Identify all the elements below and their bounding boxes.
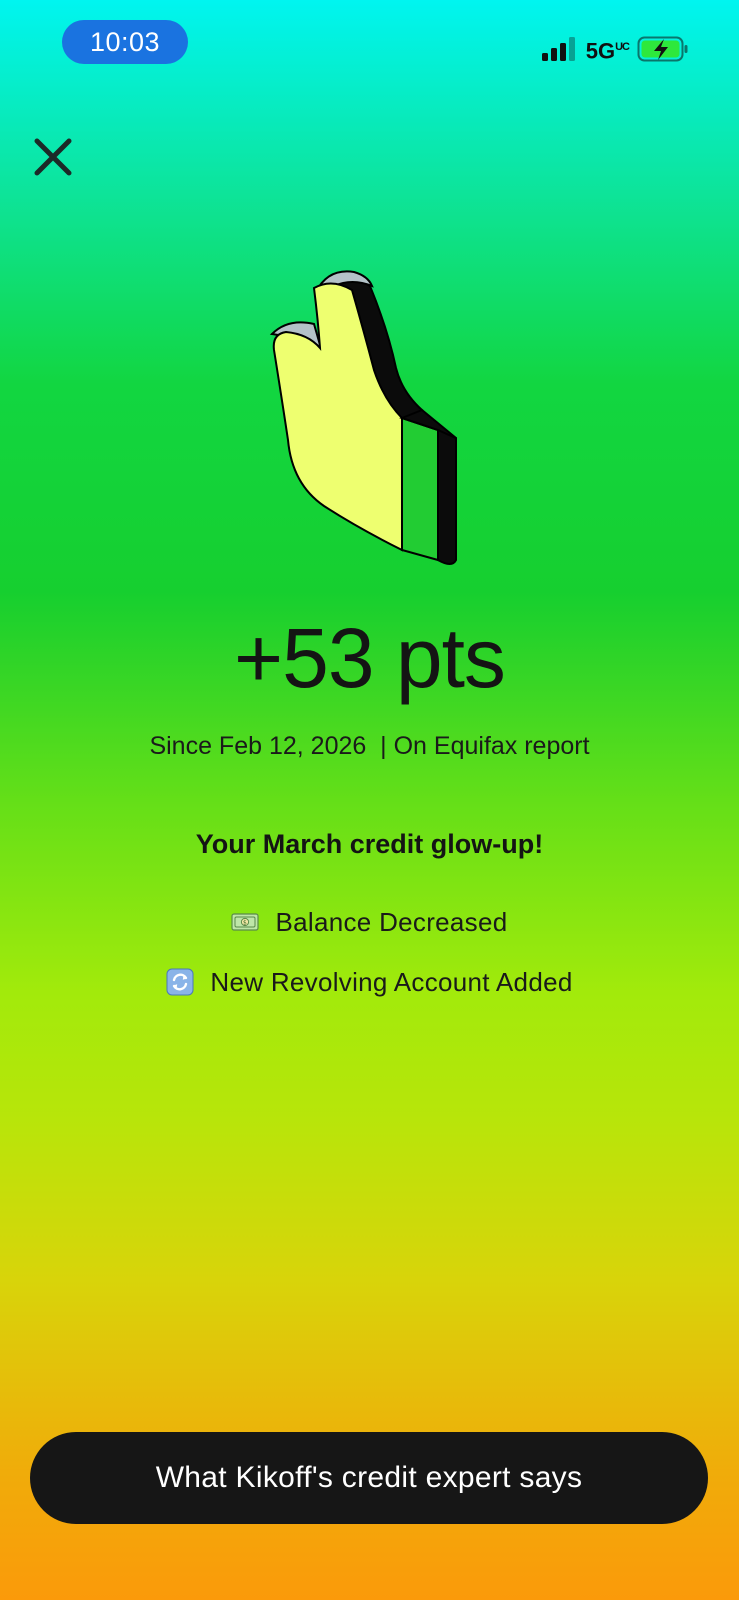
network-type: 5G: [585, 38, 616, 64]
close-icon: [34, 138, 72, 176]
battery-charging-icon: [637, 36, 688, 62]
status-bar: 10:03 5GUC: [0, 0, 739, 90]
credit-expert-button[interactable]: What Kikoff's credit expert says: [30, 1432, 708, 1524]
points-change: +53 pts: [234, 611, 506, 705]
thumbs-up-icon: [269, 270, 457, 565]
headline: Your March credit glow-up!: [195, 829, 544, 859]
status-indicators: 5GUC: [541, 32, 689, 66]
factor-list: $ Balance Decreased New Revolving Accoun…: [0, 902, 739, 1022]
status-time: 10:03: [62, 20, 188, 64]
refresh-arrows-icon: [166, 968, 194, 996]
factor-label: Balance Decreased: [275, 906, 508, 937]
factor-item: New Revolving Account Added: [0, 962, 739, 1002]
svg-text:$: $: [243, 920, 247, 927]
points-subtitle: Since Feb 12, 2026 | On Equifax report: [149, 732, 590, 760]
close-button[interactable]: [32, 136, 74, 178]
factor-item: $ Balance Decreased: [0, 902, 739, 942]
network-label: 5GUC: [585, 32, 630, 66]
money-bill-icon: $: [231, 913, 260, 931]
network-superscript: UC: [615, 40, 630, 53]
signal-bars-icon: [541, 37, 575, 61]
factor-label: New Revolving Account Added: [210, 966, 573, 997]
